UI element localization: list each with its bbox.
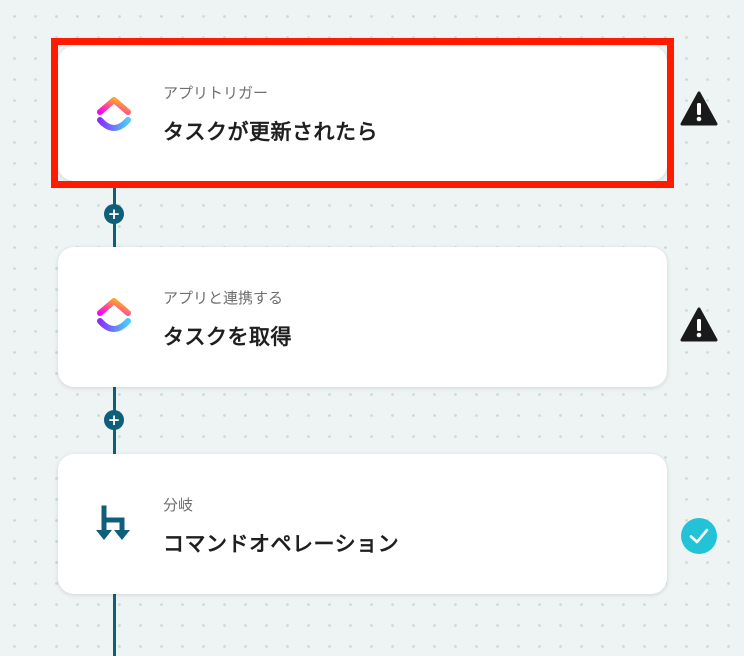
step-title: コマンドオペレーション	[163, 532, 400, 556]
step-title: タスクを取得	[163, 325, 292, 349]
step-type-label: 分岐	[163, 496, 194, 514]
flow-step-card[interactable]: アプリトリガー タスクが更新されたら	[58, 46, 667, 181]
check-icon[interactable]	[680, 517, 718, 555]
step-type-label: アプリと連携する	[163, 289, 284, 307]
flow-step-card[interactable]: 分岐 コマンドオペレーション	[58, 454, 667, 594]
step-title: タスクが更新されたら	[163, 120, 378, 144]
branch-icon	[96, 505, 130, 540]
flow-connector	[113, 592, 116, 656]
step-type-label: アプリトリガー	[163, 84, 269, 102]
warning-icon[interactable]	[680, 90, 718, 128]
warning-icon[interactable]	[680, 306, 718, 344]
clickup-logo-icon	[97, 298, 131, 332]
clickup-logo-icon	[97, 97, 131, 131]
flow-step-card[interactable]: アプリと連携する タスクを取得	[58, 247, 667, 387]
add-step-button[interactable]: +	[104, 410, 124, 430]
add-step-button[interactable]: +	[104, 204, 124, 224]
